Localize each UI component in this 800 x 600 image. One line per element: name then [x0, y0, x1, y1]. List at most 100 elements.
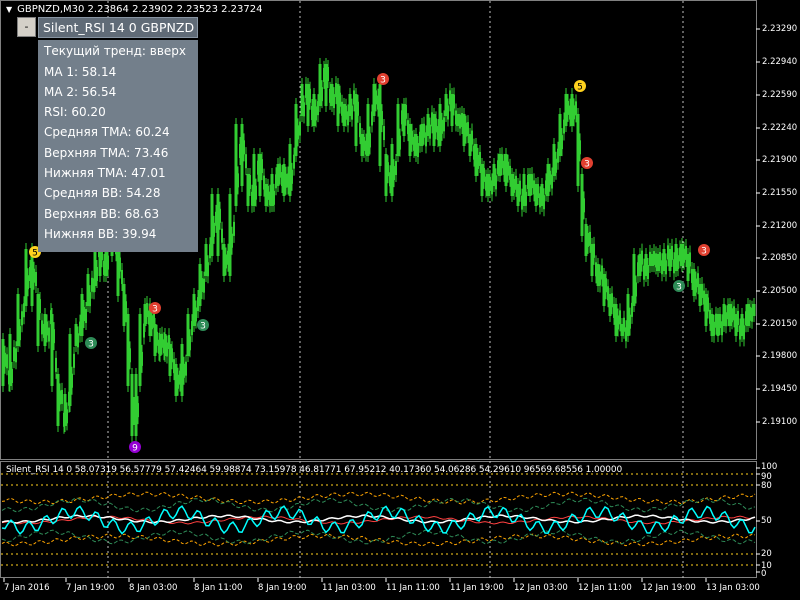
candle-body	[671, 245, 673, 260]
candle-body	[575, 101, 577, 116]
candle-body	[501, 154, 503, 169]
price-tick: 2.19800	[762, 351, 798, 361]
bb-lower-line	[1, 529, 756, 545]
candle-body	[579, 140, 581, 155]
candle-body	[19, 326, 21, 341]
candle-body	[96, 266, 98, 281]
candle-body	[387, 162, 389, 177]
candle-body	[161, 333, 163, 348]
candle-body	[363, 136, 365, 151]
candle-body	[619, 310, 621, 325]
candle-body	[21, 311, 23, 326]
candle-body	[233, 221, 235, 236]
time-tick: 8 Jan 03:00	[129, 583, 178, 593]
candle-body	[279, 163, 281, 178]
candle-body	[13, 347, 15, 362]
candle-body	[166, 342, 168, 357]
candle-body	[315, 106, 317, 121]
candle-body	[240, 124, 244, 186]
signal-label: 9	[132, 444, 138, 454]
price-tick: 2.20500	[762, 286, 798, 296]
candle-body	[293, 154, 295, 169]
candle-body	[15, 348, 17, 363]
candle-body	[225, 254, 227, 269]
candle-body	[27, 275, 29, 290]
candle-body	[752, 304, 756, 316]
price-tick: 2.19100	[762, 417, 798, 427]
price-tick: 2.22590	[762, 90, 798, 100]
signal-label: 3	[584, 160, 590, 170]
candle-body	[333, 94, 335, 109]
candle-body	[68, 334, 72, 406]
candle-body	[351, 105, 353, 120]
candle-body	[213, 222, 215, 237]
candle-body	[519, 180, 521, 195]
indicator-tick: 50	[761, 516, 772, 526]
candle-body	[309, 88, 311, 103]
signal-label: 5	[32, 249, 38, 259]
indicator-tick: 20	[761, 549, 772, 559]
candle-body	[623, 317, 625, 332]
candle-body	[151, 315, 153, 330]
candle-body	[55, 357, 57, 372]
candle-body	[701, 283, 703, 298]
candle-body	[383, 126, 385, 141]
candle-body	[587, 232, 589, 247]
candle-body	[83, 307, 85, 322]
candle-body	[297, 125, 299, 140]
candle-body	[647, 265, 649, 280]
signal-label: 3	[676, 283, 682, 293]
time-tick: 12 Jan 03:00	[514, 583, 568, 593]
candle-body	[85, 308, 87, 323]
signal-label: 5	[577, 83, 583, 93]
candle-body	[291, 169, 293, 184]
candle-body	[689, 252, 691, 267]
indicator-tick: 100	[761, 462, 778, 472]
candle-body	[537, 184, 539, 199]
price-tick: 2.23290	[762, 24, 798, 34]
candle-body	[141, 351, 143, 366]
candle-body	[245, 154, 247, 169]
info-ma2: MA 2: 56.54	[44, 85, 117, 99]
candle-body	[156, 331, 158, 346]
candle-body	[41, 320, 43, 335]
candle-body	[119, 257, 121, 272]
candle-body	[33, 268, 35, 283]
indicator-label[interactable]: Silent_RSI 14 0 GBPNZD	[38, 17, 198, 38]
candle-body	[395, 161, 397, 176]
time-tick: 8 Jan 19:00	[258, 583, 307, 593]
candle-body	[695, 278, 697, 293]
time-tick: 12 Jan 19:00	[642, 583, 696, 593]
candle-body	[713, 321, 715, 336]
indicator-minimize-button[interactable]: -	[17, 17, 36, 37]
signal-label: 3	[152, 305, 158, 315]
candle-body	[221, 228, 223, 243]
candle-body	[261, 159, 263, 174]
price-tick: 2.19450	[762, 384, 798, 394]
candle-body	[273, 190, 275, 205]
time-tick: 11 Jan 19:00	[450, 583, 504, 593]
candle-body	[567, 100, 569, 115]
candle-body	[465, 122, 467, 137]
info-bb-lower: Нижняя BB: 39.94	[44, 227, 157, 241]
candle-body	[513, 178, 515, 193]
dropdown-triangle-icon[interactable]: ▼	[6, 5, 12, 14]
chart-title-text: GBPNZD,M30 2.23864 2.23902 2.23523 2.237…	[17, 4, 263, 15]
candle-body	[91, 277, 93, 292]
candle-body	[303, 102, 305, 117]
candle-body	[632, 254, 636, 306]
info-bb-upper: Верхняя BB: 68.63	[44, 207, 160, 221]
candle-body	[543, 195, 545, 210]
candle-body	[555, 158, 557, 173]
candle-body	[185, 361, 187, 376]
info-panel: Текущий тренд: вверх MA 1: 58.14 MA 2: 5…	[38, 40, 198, 252]
candle-body	[231, 233, 233, 248]
candle-body	[121, 269, 123, 284]
candle-body	[189, 336, 191, 351]
candle-body	[366, 104, 370, 156]
candle-body	[183, 363, 185, 378]
time-tick: 13 Jan 03:00	[706, 583, 760, 593]
candle-body	[203, 278, 205, 293]
candle-body	[381, 111, 383, 126]
candle-body	[453, 94, 455, 109]
